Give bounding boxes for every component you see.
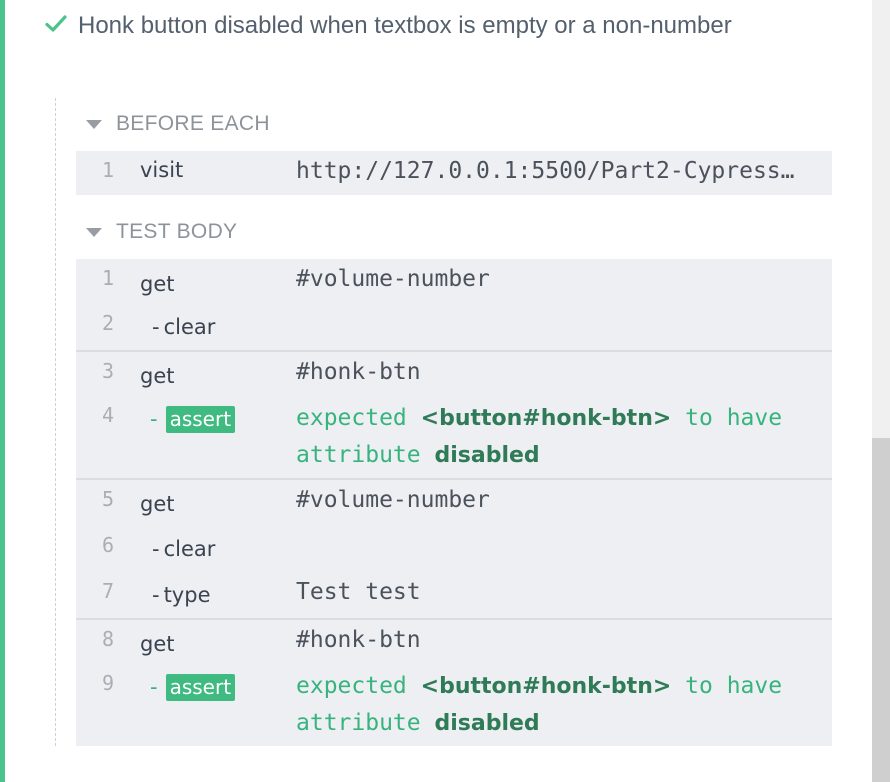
command-message: #volume-number [296,487,490,513]
assert-to-have: to have [685,673,783,699]
command-number: 3 [101,359,115,383]
command-message: #honk-btn [296,359,421,385]
command-message: #volume-number [296,266,490,292]
command-number: 8 [101,627,115,651]
test-body-commands: 1 get #volume-number 2 - clear 3 get #hon… [76,259,832,746]
command-name: get [140,492,175,516]
assert-value: disabled [434,711,540,736]
test-status-bar [0,0,5,782]
assert-element: <button#honk-btn> [420,674,672,699]
command-row[interactable]: 8 get #honk-btn [76,627,832,663]
command-number: 9 [101,671,115,695]
test-title: Honk button disabled when textbox is emp… [78,12,732,39]
command-name: type [163,583,211,607]
assert-badge: assert [165,674,236,701]
command-row[interactable]: 7 - type Test test [76,579,832,615]
before-each-commands: 1 visit http://127.0.0.1:5500/Part2-Cypr… [76,151,832,195]
command-name: get [140,272,175,296]
command-name: get [140,632,175,656]
assert-element: <button#honk-btn> [420,406,672,431]
command-name-child: - assert [150,674,236,701]
command-number: 1 [101,158,115,182]
command-name: get [140,364,175,388]
command-message: http://127.0.0.1:5500/Part2-Cypress… [296,158,795,184]
command-number: 5 [101,487,115,511]
test-body-label: TEST BODY [116,220,238,243]
assert-badge: assert [165,406,236,433]
command-number: 4 [101,403,115,427]
caret-down-icon [86,227,102,237]
command-group-divider [76,478,832,480]
assert-to-have: to have [685,405,783,431]
assert-value: disabled [434,443,540,468]
assert-attribute: attribute [296,442,421,468]
command-row[interactable]: 6 - clear [76,533,832,569]
caret-down-icon [86,119,102,129]
command-name-child: - type [152,583,211,607]
check-icon [45,15,67,32]
command-name: clear [163,537,216,561]
command-name-child: - clear [152,315,216,339]
command-name-child: - clear [152,537,216,561]
command-message: Test test [296,579,421,605]
test-body-header[interactable]: TEST BODY [86,217,237,247]
command-row[interactable]: 3 get #honk-btn [76,359,832,395]
command-row-assert[interactable]: 9 - assert expected <button#honk-btn> to … [76,671,832,743]
scrollbar-thumb[interactable] [872,438,890,782]
command-row[interactable]: 5 get #volume-number [76,487,832,523]
before-each-label: BEFORE EACH [116,112,270,135]
assert-message: expected <button#honk-btn> to have attri… [296,668,816,742]
command-name: clear [163,315,216,339]
command-row-assert[interactable]: 4 - assert expected <button#honk-btn> to … [76,403,832,475]
command-number: 1 [101,266,115,290]
command-row[interactable]: 1 get #volume-number [76,266,832,302]
command-name: visit [140,158,184,182]
command-name-child: - assert [150,406,236,433]
assert-expected: expected [296,673,407,699]
command-message: #honk-btn [296,627,421,653]
assert-expected: expected [296,405,407,431]
command-number: 6 [101,533,115,557]
command-group-divider [76,618,832,620]
assert-message: expected <button#honk-btn> to have attri… [296,400,816,474]
hooks-guide-line [55,98,56,746]
before-each-header[interactable]: BEFORE EACH [86,109,270,139]
command-row[interactable]: 2 - clear [76,311,832,347]
command-group-divider [76,350,832,352]
command-number: 2 [101,311,115,335]
command-number: 7 [101,579,115,603]
assert-attribute: attribute [296,710,421,736]
